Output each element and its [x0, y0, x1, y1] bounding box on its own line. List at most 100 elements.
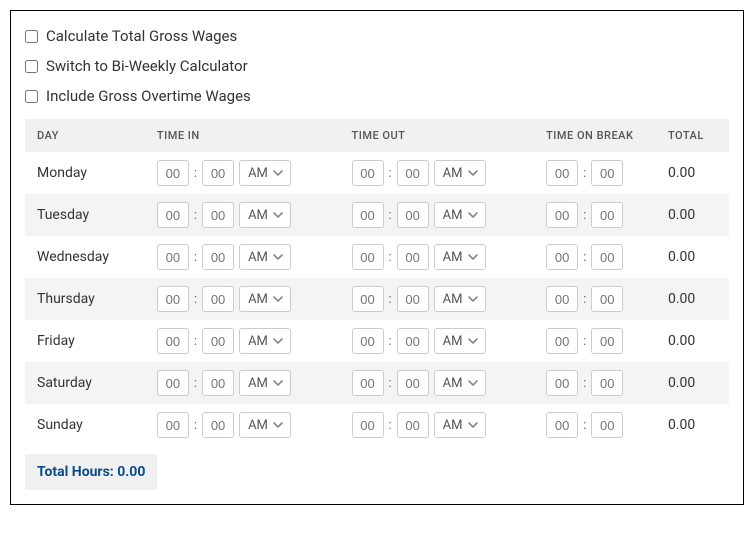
hours-input[interactable]	[157, 412, 189, 438]
ampm-select[interactable]: AM	[434, 244, 486, 270]
ampm-value: AM	[443, 334, 463, 349]
minutes-input[interactable]	[591, 412, 623, 438]
ampm-select[interactable]: AM	[239, 160, 291, 186]
minutes-input[interactable]	[591, 328, 623, 354]
ampm-select[interactable]: AM	[434, 328, 486, 354]
minutes-input[interactable]	[591, 244, 623, 270]
hours-input[interactable]	[157, 202, 189, 228]
row-total: 0.00	[668, 417, 723, 433]
minutes-input[interactable]	[397, 328, 429, 354]
ampm-select[interactable]: AM	[434, 412, 486, 438]
colon-separator: :	[386, 166, 395, 181]
hours-input[interactable]	[546, 244, 578, 270]
chevron-down-icon	[272, 251, 284, 263]
row-total: 0.00	[668, 333, 723, 349]
time-out-cell: :AM	[352, 286, 547, 312]
chevron-down-icon	[272, 167, 284, 179]
hours-input[interactable]	[546, 412, 578, 438]
minutes-input[interactable]	[202, 160, 234, 186]
chevron-down-icon	[467, 419, 479, 431]
minutes-input[interactable]	[202, 412, 234, 438]
hours-input[interactable]	[352, 412, 384, 438]
option-calc-gross[interactable]: Calculate Total Gross Wages	[25, 27, 729, 45]
hours-input[interactable]	[352, 370, 384, 396]
option-label: Calculate Total Gross Wages	[46, 27, 237, 45]
ampm-select[interactable]: AM	[434, 286, 486, 312]
hours-input[interactable]	[352, 244, 384, 270]
checkbox-calc-gross[interactable]	[25, 30, 38, 43]
header-day: DAY	[31, 129, 157, 142]
minutes-input[interactable]	[591, 202, 623, 228]
hours-input[interactable]	[546, 202, 578, 228]
ampm-select[interactable]: AM	[434, 370, 486, 396]
colon-separator: :	[580, 418, 589, 433]
header-time-out: TIME OUT	[352, 129, 547, 142]
hours-input[interactable]	[546, 328, 578, 354]
option-biweekly[interactable]: Switch to Bi-Weekly Calculator	[25, 57, 729, 75]
colon-separator: :	[386, 418, 395, 433]
total-hours-value: 0.00	[117, 464, 145, 480]
chevron-down-icon	[467, 293, 479, 305]
row-total: 0.00	[668, 207, 723, 223]
ampm-select[interactable]: AM	[239, 286, 291, 312]
ampm-select[interactable]: AM	[239, 244, 291, 270]
minutes-input[interactable]	[202, 328, 234, 354]
hours-input[interactable]	[352, 328, 384, 354]
colon-separator: :	[191, 250, 200, 265]
hours-input[interactable]	[157, 160, 189, 186]
minutes-input[interactable]	[202, 244, 234, 270]
ampm-select[interactable]: AM	[239, 370, 291, 396]
break-cell: :	[546, 160, 668, 186]
minutes-input[interactable]	[591, 286, 623, 312]
hours-input[interactable]	[352, 202, 384, 228]
ampm-select[interactable]: AM	[239, 202, 291, 228]
table-row: Thursday:AM:AM:0.00	[25, 278, 729, 320]
hours-input[interactable]	[546, 370, 578, 396]
table-row: Saturday:AM:AM:0.00	[25, 362, 729, 404]
checkbox-biweekly[interactable]	[25, 60, 38, 73]
ampm-select[interactable]: AM	[239, 412, 291, 438]
minutes-input[interactable]	[202, 286, 234, 312]
minutes-input[interactable]	[397, 244, 429, 270]
ampm-select[interactable]: AM	[239, 328, 291, 354]
hours-input[interactable]	[546, 160, 578, 186]
minutes-input[interactable]	[397, 202, 429, 228]
checkbox-overtime[interactable]	[25, 90, 38, 103]
hours-input[interactable]	[352, 160, 384, 186]
day-label: Monday	[31, 165, 157, 181]
colon-separator: :	[580, 376, 589, 391]
chevron-down-icon	[272, 209, 284, 221]
break-cell: :	[546, 412, 668, 438]
row-total: 0.00	[668, 291, 723, 307]
timesheet-container: Calculate Total Gross Wages Switch to Bi…	[10, 10, 744, 505]
ampm-value: AM	[443, 208, 463, 223]
minutes-input[interactable]	[397, 160, 429, 186]
minutes-input[interactable]	[397, 412, 429, 438]
minutes-input[interactable]	[397, 286, 429, 312]
minutes-input[interactable]	[202, 370, 234, 396]
minutes-input[interactable]	[591, 370, 623, 396]
option-overtime[interactable]: Include Gross Overtime Wages	[25, 87, 729, 105]
minutes-input[interactable]	[397, 370, 429, 396]
colon-separator: :	[386, 334, 395, 349]
ampm-select[interactable]: AM	[434, 202, 486, 228]
day-label: Tuesday	[31, 207, 157, 223]
colon-separator: :	[191, 166, 200, 181]
table-row: Sunday:AM:AM:0.00	[25, 404, 729, 446]
hours-input[interactable]	[157, 244, 189, 270]
ampm-select[interactable]: AM	[434, 160, 486, 186]
colon-separator: :	[191, 376, 200, 391]
hours-input[interactable]	[352, 286, 384, 312]
minutes-input[interactable]	[202, 202, 234, 228]
hours-input[interactable]	[546, 286, 578, 312]
row-total: 0.00	[668, 249, 723, 265]
colon-separator: :	[580, 292, 589, 307]
table-body: Monday:AM:AM:0.00Tuesday:AM:AM:0.00Wedne…	[25, 152, 729, 446]
minutes-input[interactable]	[591, 160, 623, 186]
colon-separator: :	[386, 250, 395, 265]
colon-separator: :	[580, 250, 589, 265]
colon-separator: :	[191, 334, 200, 349]
hours-input[interactable]	[157, 370, 189, 396]
hours-input[interactable]	[157, 286, 189, 312]
hours-input[interactable]	[157, 328, 189, 354]
